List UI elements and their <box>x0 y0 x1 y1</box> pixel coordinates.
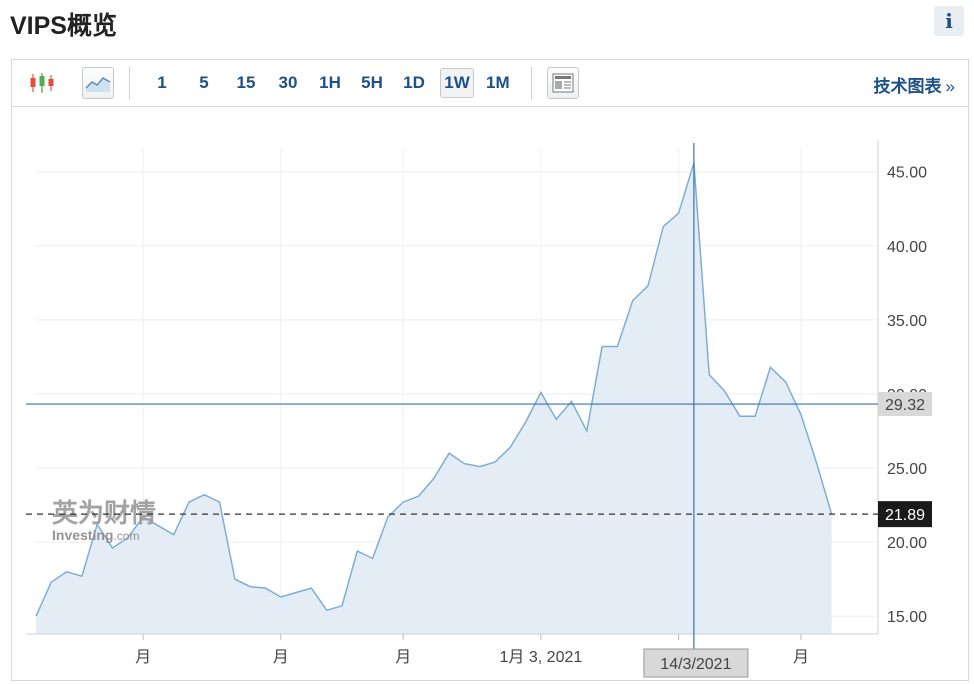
last-price-label: 21.89 <box>885 507 925 524</box>
x-tick-label: 1月 3, 2021 <box>500 649 583 666</box>
watermark-en-suffix: .com <box>113 529 139 543</box>
crosshair-price-label: 29.32 <box>885 397 925 414</box>
y-tick-label: 25.00 <box>887 461 927 478</box>
y-tick-label: 20.00 <box>887 535 927 552</box>
x-tick-label: 月 <box>395 649 411 666</box>
watermark-en-text: Investing.com <box>52 527 139 543</box>
y-tick-label: 35.00 <box>887 313 927 330</box>
crosshair-date-label: 14/3/2021 <box>660 656 731 673</box>
x-tick-label: 月 <box>793 649 809 666</box>
series-area <box>36 162 832 635</box>
x-tick-label: 月 <box>273 649 289 666</box>
x-tick-label: 月 <box>135 649 151 666</box>
price-chart[interactable]: 英为财情Investing.com15.0020.0025.0030.0035.… <box>0 0 974 684</box>
y-tick-label: 45.00 <box>887 165 927 182</box>
y-tick-label: 40.00 <box>887 239 927 256</box>
y-tick-label: 15.00 <box>887 609 927 626</box>
